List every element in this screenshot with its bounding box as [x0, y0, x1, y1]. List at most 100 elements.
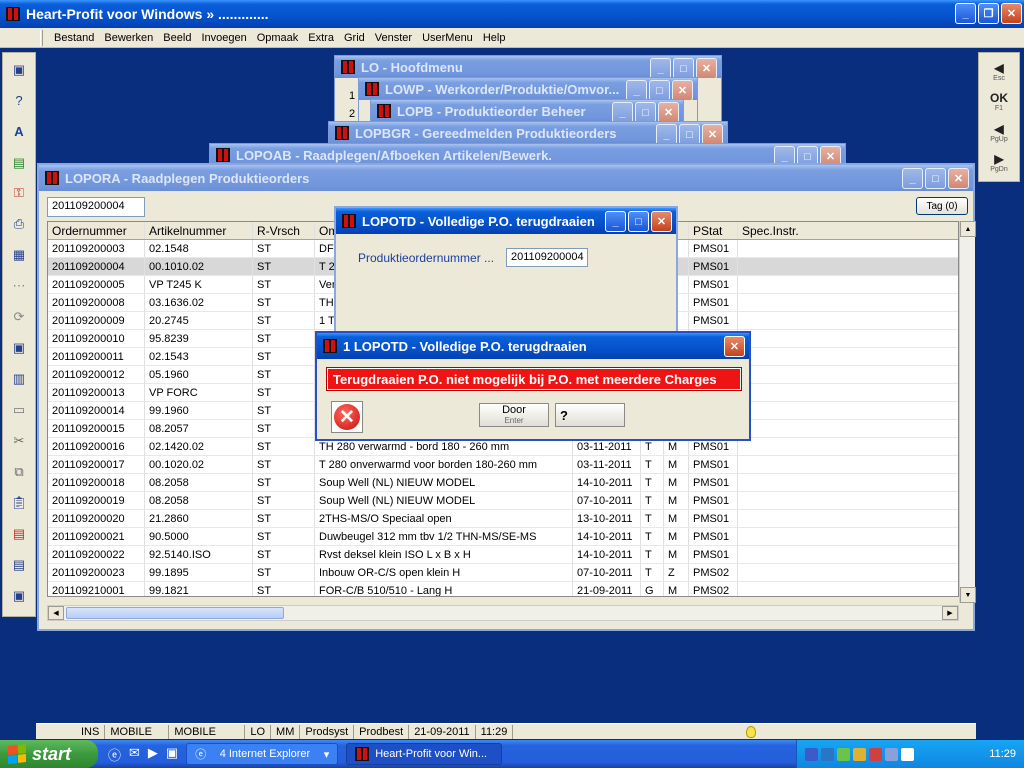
tray-media-icon[interactable]	[901, 747, 914, 761]
column-header-1[interactable]: Artikelnummer	[145, 222, 253, 239]
copy-icon[interactable]: ⧉	[8, 461, 30, 482]
scroll-right-icon[interactable]: ▶	[942, 606, 958, 620]
lopb-minimize-icon[interactable]: _	[612, 102, 633, 122]
menu-bestand[interactable]: Bestand	[49, 32, 99, 44]
menu-help[interactable]: Help	[478, 32, 511, 44]
menu-opmaak[interactable]: Opmaak	[252, 32, 304, 44]
lo-maximize-icon[interactable]: □	[673, 58, 694, 78]
table-row[interactable]: 201109200022 92.5140.ISO ST Rvst deksel kle…	[48, 546, 958, 564]
lo-close-icon[interactable]: ✕	[696, 58, 717, 78]
tray-shield-icon[interactable]	[853, 747, 866, 761]
dialog-close-icon[interactable]: ✕	[724, 336, 745, 357]
help-icon[interactable]: ?	[8, 90, 30, 111]
start-button[interactable]: start	[0, 740, 98, 768]
window-icon[interactable]: ▭	[8, 399, 30, 420]
refresh-icon[interactable]: ⟳	[8, 307, 30, 328]
menu-venster[interactable]: Venster	[370, 32, 417, 44]
chart-icon[interactable]: ▥	[8, 368, 30, 389]
lopb-maximize-icon[interactable]: □	[635, 102, 656, 122]
lo-title-bar[interactable]: LO - Hoofdmenu _ □ ✕	[335, 56, 721, 78]
pgdn-button[interactable]: ▶ PgDn	[981, 151, 1017, 178]
menu-beeld[interactable]: Beeld	[158, 32, 196, 44]
app-title-bar[interactable]: Heart-Profit voor Windows » ............…	[0, 0, 1024, 28]
lopbgr-maximize-icon[interactable]: □	[679, 124, 700, 144]
lowp-maximize-icon[interactable]: □	[649, 80, 670, 100]
menu-bewerken[interactable]: Bewerken	[99, 32, 158, 44]
error-dialog[interactable]: 1 LOPOTD - Volledige P.O. terugdraaien ✕…	[315, 331, 751, 441]
lopotd-close-icon[interactable]: ✕	[651, 211, 672, 232]
display-icon[interactable]: ▣	[8, 585, 30, 606]
order-number-field[interactable]: 201109200004	[47, 197, 145, 217]
lopora-title-bar[interactable]: LOPORA - Raadplegen Produktieorders _ □ ✕	[39, 165, 973, 191]
lopb-close-icon[interactable]: ✕	[658, 102, 679, 122]
table-row[interactable]: 201109200019 08.2058 ST Soup Well (NL) NIEU…	[48, 492, 958, 510]
menu-usermenu[interactable]: UserMenu	[417, 32, 478, 44]
pgup-button[interactable]: ◀ PgUp	[981, 120, 1017, 147]
scroll-down-icon[interactable]: ▼	[960, 587, 976, 603]
font-icon[interactable]: A	[8, 121, 30, 142]
lo-minimize-icon[interactable]: _	[650, 58, 671, 78]
column-header-7[interactable]: PStat	[689, 222, 738, 239]
vertical-scrollbar[interactable]: ▲ ▼	[959, 221, 976, 603]
dots-icon[interactable]: ⋯	[8, 276, 30, 297]
lopb-title-bar[interactable]: LOPB - Produktieorder Beheer _ □ ✕	[371, 100, 683, 122]
screen-icon[interactable]: ▣	[8, 59, 30, 80]
po-number-field[interactable]: 201109200004	[506, 248, 588, 267]
dialog-title-bar[interactable]: 1 LOPOTD - Volledige P.O. terugdraaien ✕	[317, 333, 749, 359]
quick-launch-desktop-icon[interactable]: ▣	[166, 745, 178, 764]
minimize-icon[interactable]: _	[955, 3, 976, 24]
table-row[interactable]: 201109200020 21.2860 ST 2THS-MS/O Speciaal …	[48, 510, 958, 528]
lowp-close-icon[interactable]: ✕	[672, 80, 693, 100]
lopora-minimize-icon[interactable]: _	[902, 168, 923, 189]
tray-network-icon[interactable]	[805, 747, 818, 761]
scroll-up-icon[interactable]: ▲	[960, 221, 976, 237]
lopbgr-title-bar[interactable]: LOPBGR - Gereedmelden Produktieorders _ □…	[329, 122, 727, 144]
lopotd-title-bar[interactable]: LOPOTD - Volledige P.O. terugdraaien _ □ ✕	[336, 208, 676, 234]
tray-app-icon[interactable]	[837, 747, 850, 761]
lopbgr-close-icon[interactable]: ✕	[702, 124, 723, 144]
lopotd-window[interactable]: LOPOTD - Volledige P.O. terugdraaien _ □ ✕…	[334, 206, 678, 338]
table-row[interactable]: 201109200023 99.1895 ST Inbouw OR-C/S open …	[48, 564, 958, 582]
table-row[interactable]: 201109200021 90.5000 ST Duwbeugel 312 mm tb…	[48, 528, 958, 546]
scroll-left-icon[interactable]: ◀	[48, 606, 64, 620]
help-button[interactable]: ?	[555, 403, 625, 427]
table-row[interactable]: 201109200018 08.2058 ST Soup Well (NL) NIEU…	[48, 474, 958, 492]
lopbgr-minimize-icon[interactable]: _	[656, 124, 677, 144]
column-header-0[interactable]: Ordernummer	[48, 222, 145, 239]
paste-icon[interactable]: 📋︎	[8, 492, 30, 513]
lopora-close-icon[interactable]: ✕	[948, 168, 969, 189]
task-heart-profit[interactable]: Heart-Profit voor Win...	[346, 743, 503, 765]
paste-special-icon[interactable]: ▤	[8, 554, 30, 575]
column-header-8[interactable]: Spec.Instr.	[738, 222, 958, 239]
quick-launch-outlook-icon[interactable]: ✉	[129, 745, 140, 764]
lopotd-minimize-icon[interactable]: _	[605, 211, 626, 232]
ok-button[interactable]: OK F1	[981, 90, 1017, 117]
cut-icon[interactable]: ✂	[8, 430, 30, 451]
tag-button[interactable]: Tag (0)	[916, 197, 968, 215]
quick-launch-media-icon[interactable]: ▶	[148, 745, 158, 764]
table-row[interactable]: 201109210001 99.1821 ST FOR-C/B 510/510 - L…	[48, 582, 958, 596]
door-button[interactable]: Door Enter	[479, 403, 549, 427]
tray-bluetooth-icon[interactable]	[821, 747, 834, 761]
task-internet-explorer[interactable]: ⓔ 4 Internet Explorer ▾	[186, 743, 339, 765]
menu-grid[interactable]: Grid	[339, 32, 370, 44]
tray-volume-icon[interactable]	[885, 747, 898, 761]
menu-extra[interactable]: Extra	[303, 32, 339, 44]
quick-launch-ie-icon[interactable]: ⓔ	[108, 745, 121, 764]
horizontal-scrollbar[interactable]: ◀ ▶	[47, 605, 959, 621]
lopotd-maximize-icon[interactable]: □	[628, 211, 649, 232]
esc-button[interactable]: ◀ Esc	[981, 59, 1017, 86]
menu-invoegen[interactable]: Invoegen	[196, 32, 251, 44]
lowp-title-bar[interactable]: LOWP - Werkorder/Produktie/Omvor... _ □ ✕	[359, 78, 697, 100]
print-icon[interactable]: ⎙	[8, 214, 30, 235]
lopora-maximize-icon[interactable]: □	[925, 168, 946, 189]
screen-edit-icon[interactable]: ▣	[8, 337, 30, 358]
form-icon[interactable]: ▦	[8, 245, 30, 266]
lowp-minimize-icon[interactable]: _	[626, 80, 647, 100]
clock[interactable]: 11:29	[989, 748, 1016, 760]
restore-icon[interactable]: ❐	[978, 3, 999, 24]
export-icon[interactable]: ▤	[8, 152, 30, 173]
table-row[interactable]: 201109200017 00.1020.02 ST T 280 onverwarmd…	[48, 456, 958, 474]
close-icon[interactable]: ✕	[1001, 3, 1022, 24]
tray-alert-icon[interactable]	[869, 747, 882, 761]
